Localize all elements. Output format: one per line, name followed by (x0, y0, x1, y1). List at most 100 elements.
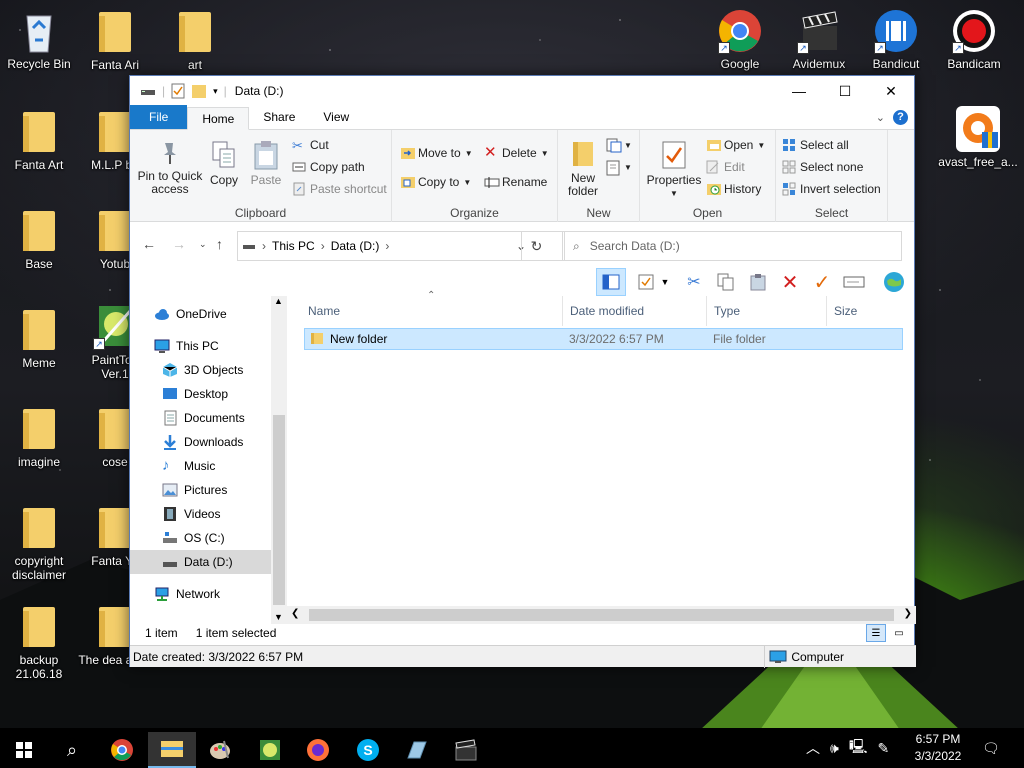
history-button[interactable]: History (706, 182, 761, 196)
column-header-size[interactable]: Size (827, 296, 907, 326)
copy-to-button[interactable]: Copy to ▼ (400, 175, 471, 189)
pin-quick-access-button[interactable]: Pin to Quick access (136, 140, 204, 196)
desktop-icon-art[interactable]: art (157, 8, 233, 72)
desktop-icon-bandicut[interactable]: ↗ Bandicut (858, 8, 934, 71)
maximize-button[interactable]: ☐ (822, 76, 868, 106)
tab-home[interactable]: Home (187, 107, 250, 130)
back-arrow-icon[interactable]: ← (142, 236, 156, 252)
taskbar-painttool[interactable] (246, 732, 294, 768)
nav-this-pc[interactable]: This PC (130, 334, 271, 358)
address-box[interactable]: › This PC › Data (D:) › ⌄ (237, 231, 565, 261)
minimize-button[interactable]: — (776, 76, 822, 106)
select-none-button[interactable]: Select none (782, 160, 863, 174)
move-to-button[interactable]: Move to ▼ (400, 146, 473, 160)
horizontal-scrollbar-thumb[interactable] (309, 609, 894, 621)
title-bar[interactable]: | ▾ | Data (D:) — ☐ ✕ (130, 76, 914, 106)
paste-shortcut-button[interactable]: Paste shortcut (292, 182, 387, 196)
search-box[interactable]: ⌕ Search Data (D:) (562, 231, 902, 261)
delete-button[interactable]: ✕ Delete ▼ (484, 145, 549, 160)
nav-scrollbar-thumb[interactable] (273, 415, 285, 605)
properties-toolbar-icon[interactable] (634, 270, 658, 294)
desktop-icon-avast[interactable]: avast_free_a... (936, 106, 1020, 169)
cut-toolbar-icon[interactable]: ✂ (682, 270, 706, 294)
invert-selection-button[interactable]: Invert selection (782, 182, 881, 196)
nav-3d-objects[interactable]: 3D Objects (130, 358, 271, 382)
recent-locations-chevron-icon[interactable]: ⌄ (199, 239, 207, 250)
desktop-icon-recycle-bin[interactable]: Recycle Bin (1, 8, 77, 71)
desktop-icon-google[interactable]: ↗ Google (702, 8, 778, 71)
nav-onedrive[interactable]: OneDrive (130, 302, 271, 326)
nav-videos[interactable]: Videos (130, 502, 271, 526)
volume-icon[interactable]: 🕪 (830, 740, 839, 757)
start-button[interactable] (0, 732, 48, 768)
properties-check-icon[interactable] (171, 83, 185, 99)
desktop-icon-backup[interactable]: backup 21.06.18 (1, 603, 77, 681)
taskbar-notebook-app[interactable] (392, 732, 440, 768)
check-toolbar-icon[interactable]: ✓ (810, 270, 834, 294)
properties-button[interactable]: Properties ▼ (644, 140, 704, 200)
copy-button[interactable]: Copy (206, 140, 242, 187)
column-header-date[interactable]: Date modified (563, 296, 707, 326)
taskbar-chrome[interactable] (98, 732, 146, 768)
nav-data-d[interactable]: Data (D:) (130, 550, 271, 574)
nav-music[interactable]: ♪ Music (130, 454, 271, 478)
cut-button[interactable]: ✂ Cut (292, 138, 329, 153)
details-view-icon[interactable]: ☰ (866, 624, 886, 642)
toolbar-dropdown-icon[interactable]: ▼ (658, 270, 672, 294)
breadcrumb-separator-icon[interactable]: › (262, 239, 266, 253)
search-button[interactable]: ⌕ (48, 732, 96, 768)
pen-icon[interactable]: ✎ (878, 740, 890, 757)
show-hidden-icons-chevron-icon[interactable]: ︿ (806, 738, 820, 758)
open-button[interactable]: Open ▼ (706, 138, 765, 152)
expand-ribbon-chevron-icon[interactable]: ⌄ (876, 111, 885, 124)
large-icons-view-icon[interactable]: ▭ (890, 624, 908, 642)
nav-documents[interactable]: Documents (130, 406, 271, 430)
easy-access-button[interactable]: ▼ (606, 160, 632, 176)
desktop-icon-copyright[interactable]: copyright disclaimer (1, 504, 77, 582)
nav-os-c[interactable]: OS (C:) (130, 526, 271, 550)
notifications-icon[interactable]: 🗨 (982, 728, 1000, 768)
tab-share[interactable]: Share (249, 106, 309, 129)
desktop-icon-fanta-ari[interactable]: Fanta Ari (77, 8, 153, 72)
column-header-name[interactable]: Name (301, 296, 563, 326)
taskbar-file-explorer[interactable] (148, 732, 196, 768)
desktop-icon-fanta-art[interactable]: Fanta Art (1, 108, 77, 172)
desktop-icon-avidemux[interactable]: ↗ Avidemux (781, 8, 857, 71)
breadcrumb-this-pc[interactable]: This PC (272, 239, 315, 253)
desktop-icon-meme[interactable]: Meme (1, 306, 77, 370)
taskbar-skype[interactable]: S (344, 732, 392, 768)
clock[interactable]: 6:57 PM 3/3/2022 (906, 731, 970, 765)
customize-quick-access-icon[interactable]: ▾ (213, 86, 218, 97)
breadcrumb-separator-icon[interactable]: › (321, 239, 325, 253)
forward-arrow-icon[interactable]: → (172, 236, 186, 252)
breadcrumb-data-d[interactable]: Data (D:) (331, 239, 380, 253)
nav-downloads[interactable]: Downloads (130, 430, 271, 454)
delete-toolbar-icon[interactable]: ✕ (778, 270, 802, 294)
scroll-left-arrow-icon[interactable]: ❮ (291, 608, 299, 619)
paste-toolbar-icon[interactable] (746, 270, 770, 294)
desktop-icon-base[interactable]: Base (1, 207, 77, 271)
paste-button[interactable]: Paste (248, 140, 284, 187)
select-all-button[interactable]: Select all (782, 138, 849, 152)
edit-button[interactable]: Edit (706, 160, 745, 174)
tab-view[interactable]: View (309, 106, 363, 129)
preview-pane-icon[interactable] (596, 268, 626, 296)
scroll-right-arrow-icon[interactable]: ❯ (904, 608, 912, 619)
rename-button[interactable]: Rename (484, 175, 547, 189)
nav-desktop[interactable]: Desktop (130, 382, 271, 406)
close-button[interactable]: ✕ (868, 76, 914, 106)
rename-toolbar-icon[interactable] (842, 270, 866, 294)
desktop-icon-imagine[interactable]: imagine (1, 405, 77, 469)
help-icon[interactable]: ? (893, 110, 908, 125)
nav-scrollbar[interactable]: ▲ ▼ (271, 296, 287, 624)
new-item-button[interactable]: ▼ (606, 138, 632, 153)
copy-toolbar-icon[interactable] (714, 270, 738, 294)
refresh-icon[interactable]: ↻ (521, 231, 551, 261)
taskbar-avidemux[interactable] (442, 732, 490, 768)
nav-network[interactable]: Network (130, 582, 271, 606)
nav-pictures[interactable]: Pictures (130, 478, 271, 502)
taskbar-firefox[interactable] (294, 732, 342, 768)
table-row[interactable]: New folder 3/3/2022 6:57 PM File folder (304, 328, 903, 350)
up-arrow-icon[interactable]: ↑ (216, 236, 223, 252)
column-header-type[interactable]: Type (707, 296, 827, 326)
